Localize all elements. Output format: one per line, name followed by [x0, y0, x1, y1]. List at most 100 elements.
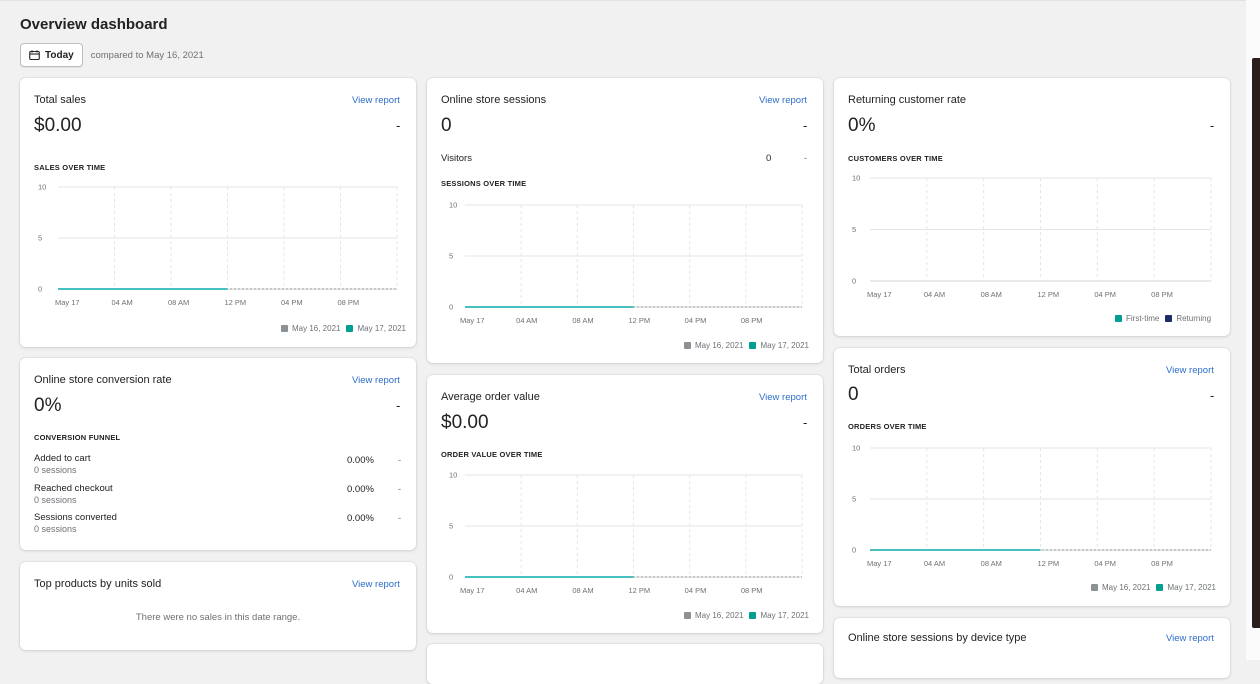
- date-range-button[interactable]: Today: [20, 43, 83, 67]
- x-axis-tick-label: May 17: [867, 290, 892, 299]
- y-axis-tick-label: 10: [449, 471, 457, 480]
- x-axis-tick-label: 12 PM: [629, 586, 651, 595]
- x-axis-tick-label: 04 AM: [112, 298, 133, 307]
- legend-swatch-navy: [1165, 315, 1173, 322]
- empty-state-message: There were no sales in this date range.: [135, 612, 301, 623]
- x-axis-tick-label: 04 PM: [1094, 559, 1116, 568]
- card-title: Online store conversion rate: [34, 374, 172, 386]
- total-orders-card: Total orders View report 0 - ORDERS OVER…: [834, 348, 1230, 606]
- funnel-row-label: Added to cart: [34, 453, 91, 464]
- section-label: CONVERSION FUNNEL: [34, 433, 121, 442]
- x-axis-tick-label: 04 AM: [924, 290, 945, 299]
- top-products-card: Top products by units sold View report T…: [20, 562, 416, 650]
- sessions-by-device-card: Online store sessions by device type Vie…: [834, 618, 1230, 678]
- legend-swatch-teal: [1115, 315, 1122, 322]
- y-axis-tick-label: 0: [852, 277, 856, 286]
- chart-legend: May 16, 2021 May 17, 2021: [684, 611, 809, 620]
- legend-swatch-teal: [749, 612, 757, 619]
- y-axis-tick-label: 10: [449, 201, 457, 210]
- orders-chart: 0 5 10 May 17 04 AM 08 AM 12 PM 04 PM 08 PM: [852, 444, 1212, 568]
- customers-chart: 0 5 10 May 17 04 AM 08 AM 12 PM 04 PM 08 PM: [852, 174, 1212, 299]
- view-report-link[interactable]: View report: [352, 375, 400, 386]
- x-axis-tick-label: 04 PM: [685, 586, 707, 595]
- funnel-row-sub: 0 sessions: [34, 524, 77, 534]
- y-axis-tick-label: 0: [449, 573, 453, 582]
- y-axis-tick-label: 10: [852, 444, 860, 453]
- legend-swatch-gray: [1091, 584, 1098, 591]
- legend-swatch-teal: [1156, 584, 1164, 591]
- legend-label: Returning: [1176, 314, 1212, 323]
- funnel-row-value: 0.00%: [347, 455, 374, 466]
- trend-indicator: -: [396, 398, 401, 413]
- y-axis-tick-label: 5: [449, 252, 453, 261]
- legend-label: May 17, 2021: [760, 611, 809, 620]
- legend-label: May 16, 2021: [292, 324, 341, 333]
- funnel-row-trend: -: [398, 513, 402, 524]
- online-store-sessions-card: Online store sessions View report 0 - Vi…: [427, 78, 823, 363]
- conversion-rate-value: 0%: [34, 395, 62, 416]
- view-report-link[interactable]: View report: [352, 579, 400, 590]
- legend-swatch-gray: [281, 325, 288, 332]
- legend-swatch-gray: [684, 612, 691, 619]
- x-axis-tick-label: 08 PM: [741, 586, 763, 595]
- sessions-chart: 0 5 10 May 17 04 AM 08 AM 12 PM 04 PM 08 PM: [449, 201, 803, 325]
- funnel-row-label: Reached checkout: [34, 483, 113, 494]
- average-order-value-card: Average order value View report $0.00 - …: [427, 375, 823, 633]
- legend-label: May 17, 2021: [760, 341, 809, 350]
- legend-label: May 16, 2021: [695, 341, 744, 350]
- funnel-row-label: Sessions converted: [34, 512, 117, 523]
- legend-swatch-teal: [346, 325, 354, 332]
- partial-card: [427, 644, 823, 684]
- legend-swatch-teal: [749, 342, 757, 349]
- legend-label: May 16, 2021: [1102, 583, 1151, 592]
- x-axis-tick-label: May 17: [460, 586, 485, 595]
- x-axis-tick-label: 04 PM: [685, 316, 707, 325]
- view-report-link[interactable]: View report: [1166, 633, 1214, 644]
- x-axis-tick-label: 08 AM: [981, 559, 1002, 568]
- x-axis-tick-label: May 17: [867, 559, 892, 568]
- legend-label: May 17, 2021: [357, 324, 406, 333]
- x-axis-tick-label: 08 AM: [572, 586, 593, 595]
- chart-legend: May 16, 2021 May 17, 2021: [1091, 583, 1216, 592]
- x-axis-tick-label: 08 PM: [338, 298, 360, 307]
- funnel-row-trend: -: [398, 484, 402, 495]
- date-range-label: Today: [45, 49, 74, 61]
- conversion-rate-card: Online store conversion rate View report…: [20, 358, 416, 550]
- funnel-row-value: 0.00%: [347, 484, 374, 495]
- y-axis-tick-label: 5: [852, 495, 856, 504]
- legend-label: May 16, 2021: [695, 611, 744, 620]
- funnel-row-sub: 0 sessions: [34, 495, 77, 505]
- funnel-row-value: 0.00%: [347, 513, 374, 524]
- returning-customer-rate-card: Returning customer rate 0% - CUSTOMERS O…: [834, 78, 1230, 336]
- chart-legend: May 16, 2021 May 17, 2021: [684, 341, 809, 350]
- x-axis-tick-label: 08 PM: [741, 316, 763, 325]
- y-axis-tick-label: 5: [449, 522, 453, 531]
- x-axis-tick-label: 12 PM: [225, 298, 247, 307]
- y-axis-tick-label: 0: [852, 546, 856, 555]
- total-sales-card: Total sales View report $0.00 - SALES OV…: [20, 78, 416, 347]
- x-axis-tick-label: 08 PM: [1151, 290, 1173, 299]
- x-axis-tick-label: May 17: [55, 298, 80, 307]
- card-title: Top products by units sold: [34, 578, 162, 590]
- legend-label: First-time: [1126, 314, 1160, 323]
- page-title: Overview dashboard: [20, 16, 168, 33]
- x-axis-tick-label: 12 PM: [1038, 290, 1060, 299]
- legend-label: May 17, 2021: [1167, 583, 1216, 592]
- x-axis-tick-label: 08 AM: [168, 298, 189, 307]
- x-axis-tick-label: 12 PM: [1038, 559, 1060, 568]
- chart-legend: May 16, 2021 May 17, 2021: [281, 324, 406, 333]
- calendar-icon: [29, 50, 40, 60]
- chart-legend: First-time Returning: [1115, 314, 1211, 323]
- x-axis-tick-label: 12 PM: [629, 316, 651, 325]
- x-axis-tick-label: 04 PM: [281, 298, 303, 307]
- legend-swatch-gray: [684, 342, 691, 349]
- x-axis-tick-label: 04 AM: [924, 559, 945, 568]
- y-axis-tick-label: 10: [38, 183, 46, 192]
- date-bar: Today compared to May 16, 2021: [20, 43, 204, 67]
- x-axis-tick-label: 04 AM: [516, 586, 537, 595]
- dashboard-page: Overview dashboard Today compared to May…: [0, 0, 1246, 684]
- funnel-row-sub: 0 sessions: [34, 465, 77, 475]
- order-value-chart: 0 5 10 May 17 04 AM 08 AM 12 PM 04 PM 08 PM: [449, 471, 803, 595]
- window-edge: [1246, 0, 1260, 660]
- y-axis-tick-label: 0: [38, 285, 42, 294]
